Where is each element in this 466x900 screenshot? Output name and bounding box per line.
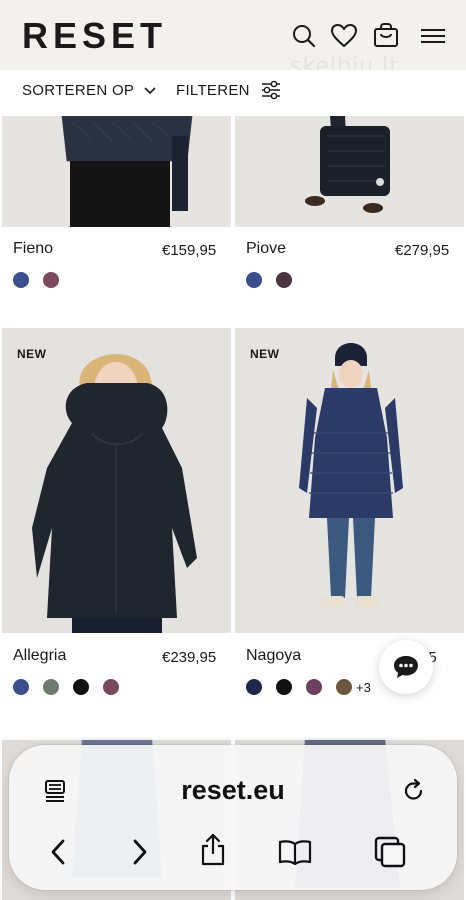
color-swatch[interactable] — [276, 679, 292, 695]
color-swatch[interactable] — [276, 272, 292, 288]
chat-button[interactable] — [379, 640, 433, 694]
color-swatches — [13, 679, 133, 695]
color-swatch[interactable] — [13, 679, 29, 695]
new-badge: NEW — [250, 347, 280, 361]
product-price: €239,95 — [162, 649, 217, 666]
product-card-allegria[interactable]: NEW Allegria €239,95 — [2, 328, 231, 708]
menu-icon[interactable] — [419, 22, 447, 50]
filter-button[interactable]: FILTEREN — [176, 79, 282, 101]
search-icon[interactable] — [290, 22, 318, 50]
sort-button[interactable]: SORTEREN OP — [22, 82, 156, 99]
product-card-nagoya[interactable]: NEW Nagoya €...,95 +3 — [235, 328, 464, 708]
sort-label: SORTEREN OP — [22, 82, 135, 99]
product-card-piove[interactable]: Piove €279,95 — [235, 116, 464, 316]
product-card-fieno[interactable]: Fieno €159,95 — [2, 116, 231, 316]
color-swatches: +3 — [246, 679, 371, 695]
filter-label: FILTEREN — [176, 81, 250, 99]
new-badge: NEW — [17, 347, 47, 361]
color-swatch[interactable] — [306, 679, 322, 695]
product-name[interactable]: Nagoya — [246, 647, 301, 665]
scroll-fade — [0, 700, 466, 740]
color-swatch[interactable] — [13, 272, 29, 288]
product-price: €159,95 — [162, 242, 217, 259]
color-swatch[interactable] — [246, 679, 262, 695]
product-image[interactable] — [2, 116, 231, 227]
product-image[interactable]: NEW — [235, 328, 464, 633]
product-name[interactable]: Fieno — [13, 240, 53, 258]
color-swatch[interactable] — [43, 272, 59, 288]
color-swatches — [13, 272, 73, 288]
sort-filter-bar: SORTEREN OP FILTEREN — [0, 70, 466, 116]
back-icon[interactable] — [48, 838, 70, 871]
sliders-icon — [261, 80, 280, 100]
product-image[interactable]: NEW — [2, 328, 231, 633]
color-swatch[interactable] — [246, 272, 262, 288]
bookmarks-icon[interactable] — [277, 838, 313, 871]
product-name[interactable]: Piove — [246, 240, 286, 258]
site-header: RESET skelbiu.lt — [0, 0, 466, 79]
url-bar[interactable]: reset.eu — [9, 775, 457, 806]
reload-icon[interactable] — [401, 778, 427, 809]
color-swatch[interactable] — [336, 679, 352, 695]
product-price: €279,95 — [395, 242, 450, 259]
color-swatch[interactable] — [103, 679, 119, 695]
product-image[interactable] — [235, 116, 464, 227]
chat-icon — [394, 656, 418, 678]
forward-icon[interactable] — [128, 838, 150, 871]
heart-icon[interactable] — [330, 22, 358, 50]
share-icon[interactable] — [198, 833, 228, 872]
more-colors[interactable]: +3 — [356, 680, 371, 695]
product-name[interactable]: Allegria — [13, 647, 66, 665]
bag-icon[interactable] — [372, 22, 400, 50]
color-swatch[interactable] — [43, 679, 59, 695]
tabs-icon[interactable] — [373, 835, 407, 874]
reset-logo[interactable]: RESET — [22, 18, 167, 54]
chevron-down-icon — [144, 86, 156, 94]
color-swatch[interactable] — [73, 679, 89, 695]
browser-toolbar: reset.eu — [9, 745, 457, 890]
color-swatches — [246, 272, 306, 288]
